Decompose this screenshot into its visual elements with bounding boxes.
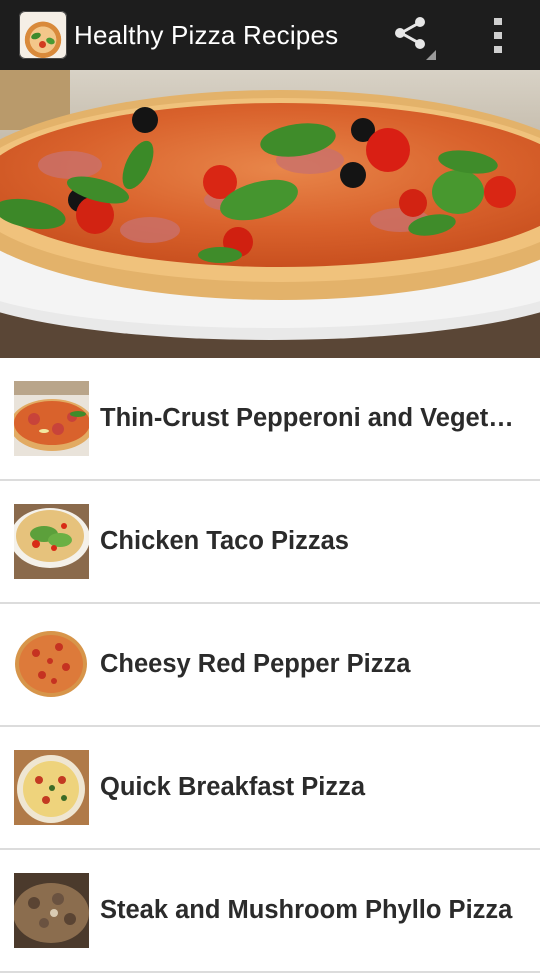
recipe-title: Quick Breakfast Pizza [100,773,366,801]
share-icon [395,17,436,60]
recipe-title: Steak and Mushroom Phyllo Pizza [100,896,513,924]
pepperoni-veg-pizza-thumb [14,381,89,456]
red-pepper-pizza-thumb [14,627,89,702]
pizza-illustration [0,70,540,358]
recipe-title: Cheesy Red Pepper Pizza [100,650,411,678]
app-title: Healthy Pizza Recipes [74,20,339,50]
chicken-taco-pizza-thumb [14,504,89,579]
recipe-title: Thin-Crust Pepperoni and Vegetable Pizza [100,404,525,432]
steak-mushroom-pizza-thumb [14,873,89,948]
share-button[interactable] [390,12,436,60]
basil-leaf-shape [30,31,42,41]
list-item[interactable]: Chicken Taco Pizzas [0,481,540,604]
basil-leaf-shape [45,36,56,46]
list-item[interactable]: Thin-Crust Pepperoni and Vegetable Pizza [0,358,540,481]
list-item[interactable]: Quick Breakfast Pizza [0,727,540,850]
action-bar: Healthy Pizza Recipes [0,0,540,70]
app-icon[interactable] [19,11,67,59]
recipe-title: Chicken Taco Pizzas [100,527,349,555]
overflow-menu-icon [494,18,502,53]
hero-pizza-image [0,70,540,358]
tomato-shape [39,41,46,48]
list-item[interactable]: Steak and Mushroom Phyllo Pizza [0,850,540,973]
breakfast-pizza-thumb [14,750,89,825]
recipe-list: Thin-Crust Pepperoni and Vegetable Pizza… [0,358,540,973]
list-item[interactable]: Cheesy Red Pepper Pizza [0,604,540,727]
overflow-menu-button[interactable] [484,14,512,58]
